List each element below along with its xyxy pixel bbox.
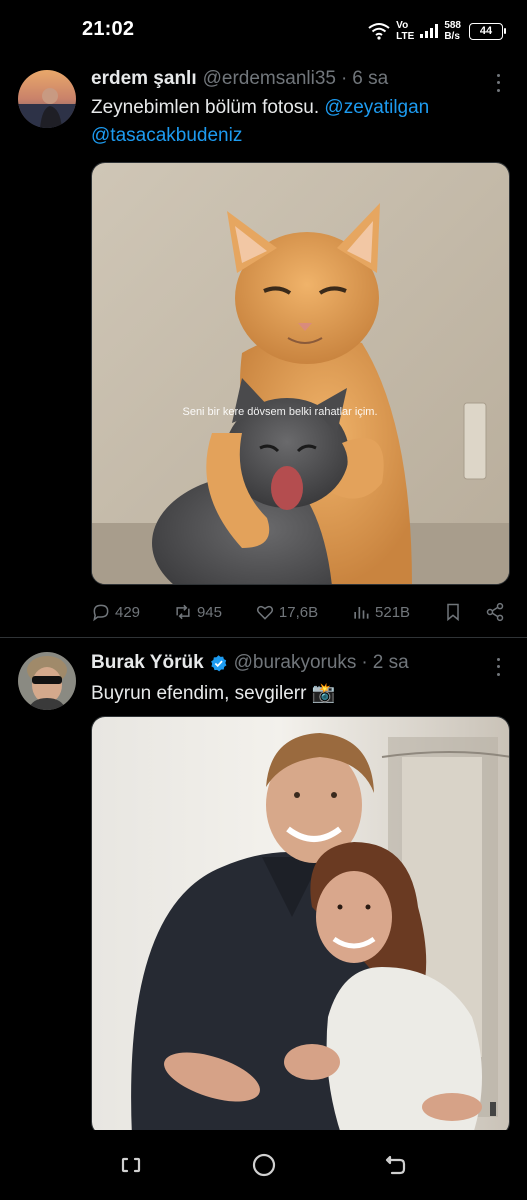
cat-photo: Seni bir kere dövsem belki rahatlar içim… — [92, 163, 509, 584]
image-caption: Seni bir kere dövsem belki rahatlar içim… — [182, 406, 377, 418]
timestamp[interactable]: 2 sa — [373, 652, 409, 674]
recents-button[interactable] — [116, 1150, 146, 1180]
tweet-text: Buyrun efendim, sevgilerr 📸 — [91, 680, 507, 708]
more-icon[interactable] — [491, 656, 505, 678]
couple-photo — [92, 717, 509, 1135]
tweet-image[interactable] — [91, 716, 510, 1136]
retweet-button[interactable]: 945 — [173, 602, 222, 622]
verified-badge-icon — [210, 654, 227, 671]
tweet-image[interactable]: Seni bir kere dövsem belki rahatlar içim… — [91, 162, 510, 585]
network-speed: 588 B/s — [444, 20, 461, 42]
timestamp[interactable]: 6 sa — [352, 68, 388, 90]
signal-icon — [420, 24, 439, 38]
secondary-actions — [443, 602, 505, 622]
status-bar: 21:02 Vo LTE 588 B/s 44 — [0, 0, 527, 62]
tweet-body: Zeynebimlen bölüm fotosu. — [91, 97, 325, 118]
avatar-image — [18, 70, 76, 128]
handle[interactable]: @erdemsanli35 — [203, 68, 336, 90]
tweet-header: erdem şanlı @erdemsanli35 · 6 sa — [91, 68, 487, 90]
avatar[interactable] — [18, 652, 76, 710]
battery-icon: 44 — [469, 22, 506, 40]
tweet[interactable]: erdem şanlı @erdemsanli35 · 6 sa Zeynebi… — [0, 62, 527, 637]
back-button[interactable] — [381, 1150, 411, 1180]
network-type: Vo LTE — [396, 20, 414, 42]
tweet[interactable]: Burak Yörük @burakyoruks · 2 sa Buyrun e… — [0, 638, 527, 1138]
network-bottom-label: LTE — [396, 31, 415, 42]
handle[interactable]: @burakyoruks — [234, 652, 357, 674]
tweet-body: Buyrun efendim, sevgilerr 📸 — [91, 683, 336, 704]
like-count: 17,6B — [278, 603, 319, 621]
home-button[interactable] — [249, 1150, 279, 1180]
reply-count: 429 — [115, 603, 141, 621]
tweet-text: Zeynebimlen bölüm fotosu. @zeyatilgan @ta… — [91, 94, 507, 150]
like-button[interactable]: 17,6B — [255, 602, 318, 622]
network-top-label: Vo — [396, 20, 409, 31]
retweet-count: 945 — [196, 603, 222, 621]
separator: · — [340, 68, 348, 89]
display-name[interactable]: erdem şanlı — [91, 68, 197, 90]
bookmark-icon[interactable] — [443, 602, 463, 622]
back-icon — [385, 1155, 406, 1175]
speed-unit: B/s — [444, 31, 460, 42]
share-icon[interactable] — [485, 602, 505, 622]
separator: · — [361, 652, 368, 673]
speed-value: 588 — [444, 20, 461, 31]
battery-level: 44 — [479, 25, 493, 37]
mention-link[interactable]: @zeyatilgan — [324, 97, 429, 118]
mention-link[interactable]: @tasacakbudeniz — [91, 125, 242, 146]
reply-icon — [93, 604, 109, 622]
views-icon — [354, 607, 369, 619]
reply-button[interactable]: 429 — [91, 602, 140, 622]
status-indicators: Vo LTE 588 B/s 44 — [368, 14, 506, 48]
avatar-image — [18, 652, 76, 710]
avatar[interactable] — [18, 70, 76, 128]
tweet-actions: 429 945 17,6B 521B — [91, 600, 505, 624]
display-name[interactable]: Burak Yörük — [91, 652, 204, 674]
status-time: 21:02 — [82, 18, 135, 40]
home-icon — [252, 1153, 276, 1177]
recents-icon — [121, 1157, 141, 1173]
tweet-header: Burak Yörük @burakyoruks · 2 sa — [91, 652, 487, 674]
views-count: 521B — [375, 603, 411, 621]
wifi-icon — [368, 23, 390, 40]
retweet-icon — [176, 604, 190, 620]
more-icon[interactable] — [491, 72, 505, 94]
heart-icon — [256, 605, 273, 620]
system-nav-bar — [0, 1130, 527, 1200]
views-button[interactable]: 521B — [351, 602, 410, 622]
